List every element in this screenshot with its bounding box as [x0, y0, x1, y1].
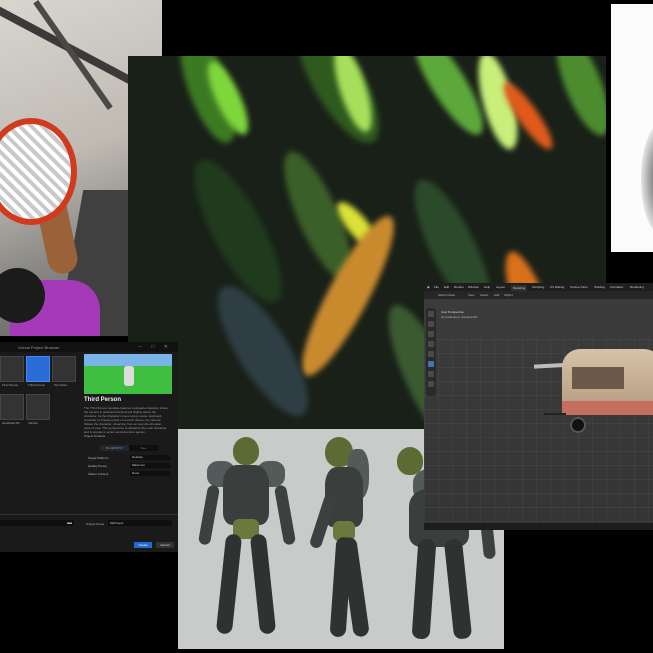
project-name-label: Project Name	[86, 522, 105, 526]
tab-sculpting[interactable]: Sculpting	[532, 285, 544, 289]
divider	[0, 514, 178, 515]
menu-add[interactable]: Add	[494, 293, 499, 297]
trailer-counter	[562, 401, 653, 415]
menu-file[interactable]: File	[434, 285, 439, 289]
target-platform-select[interactable]: Desktop	[130, 455, 170, 460]
tool-shelf	[426, 308, 436, 396]
blender-logo-icon[interactable]: ◉	[427, 285, 430, 289]
tab-shading[interactable]: Shading	[594, 285, 605, 289]
project-location-field[interactable]	[0, 520, 74, 526]
preview-character	[124, 366, 134, 386]
blender-window: ◉ File Edit Render Window Help Layout Mo…	[424, 283, 653, 530]
selected-template-title: Third Person	[84, 397, 122, 403]
grey-object	[641, 124, 653, 234]
window-controls[interactable]: ─ □ ✕	[138, 344, 172, 350]
cursor-tool-icon[interactable]	[428, 321, 434, 327]
template-vehicle[interactable]: Vehicle	[26, 394, 50, 425]
tab-uv-editing[interactable]: UV Editing	[550, 285, 564, 289]
project-name-field[interactable]: MyProject	[108, 520, 172, 526]
tab-rendering[interactable]: Rendering	[630, 285, 644, 289]
white-image-panel	[611, 4, 653, 252]
menu-help[interactable]: Help	[484, 285, 490, 289]
measure-tool-icon[interactable]	[428, 381, 434, 387]
starter-content-row: Starter Content None	[88, 471, 170, 477]
collection-info: (1) Collection | Camera.001	[441, 315, 478, 319]
template-description: The Third Person template features a pla…	[84, 406, 168, 434]
viewport-header: Object Mode View Select Add Object	[424, 291, 653, 299]
project-defaults-header: Project Defaults	[84, 434, 106, 438]
template-top-down[interactable]: Top Down	[52, 356, 76, 387]
unreal-project-browser: Unreal Project Browser ─ □ ✕ First Perso…	[0, 342, 178, 552]
menu-window[interactable]: Window	[468, 285, 479, 289]
menu-render[interactable]: Render	[454, 285, 464, 289]
blender-menu-bar: ◉ File Edit Render Window Help Layout Mo…	[424, 283, 653, 291]
menu-view[interactable]: View	[468, 293, 474, 297]
alien-side-view	[303, 429, 393, 649]
create-button[interactable]: Create	[134, 542, 152, 548]
blueprint-cpp-toggle[interactable]: BLUEPRINT C++	[100, 445, 158, 451]
object-mode-dropdown[interactable]: Object Mode	[438, 293, 455, 297]
cpp-option[interactable]: C++	[129, 445, 158, 451]
menu-select[interactable]: Select	[480, 293, 488, 297]
court-line	[33, 0, 113, 110]
cancel-button[interactable]: Cancel	[156, 542, 174, 548]
annotate-tool-icon[interactable]	[428, 371, 434, 377]
tab-animation[interactable]: Animation	[610, 285, 623, 289]
menu-edit[interactable]: Edit	[444, 285, 449, 289]
trailer-window	[572, 367, 624, 389]
template-preview-image	[84, 354, 172, 394]
alien-front-view	[193, 429, 303, 649]
view-title: User Perspective	[441, 310, 464, 314]
quality-preset-row: Quality Preset Maximum	[88, 463, 170, 469]
trailer-wheel	[570, 417, 586, 433]
tab-texture-paint[interactable]: Texture Paint	[570, 285, 588, 289]
menu-object[interactable]: Object	[504, 293, 513, 297]
trailer-hitch	[544, 413, 566, 415]
window-title: Unreal Project Browser	[18, 345, 60, 350]
move-tool-icon[interactable]	[428, 331, 434, 337]
folder-icon[interactable]: ▬	[67, 520, 72, 526]
template-handheld-ar[interactable]: Handheld AR	[0, 394, 24, 425]
transform-tool-icon[interactable]	[428, 361, 434, 367]
status-bar	[424, 523, 653, 530]
template-first-person[interactable]: First Person	[0, 356, 24, 387]
select-tool-icon[interactable]	[428, 311, 434, 317]
scale-tool-icon[interactable]	[428, 351, 434, 357]
blueprint-option[interactable]: BLUEPRINT	[100, 445, 129, 451]
starter-content-select[interactable]: None	[130, 471, 170, 476]
template-third-person[interactable]: Third Person	[26, 356, 50, 387]
tab-layout[interactable]: Layout	[496, 285, 505, 289]
target-platform-row: Target Platform Desktop	[88, 455, 170, 461]
quality-preset-select[interactable]: Maximum	[130, 463, 170, 468]
rotate-tool-icon[interactable]	[428, 341, 434, 347]
